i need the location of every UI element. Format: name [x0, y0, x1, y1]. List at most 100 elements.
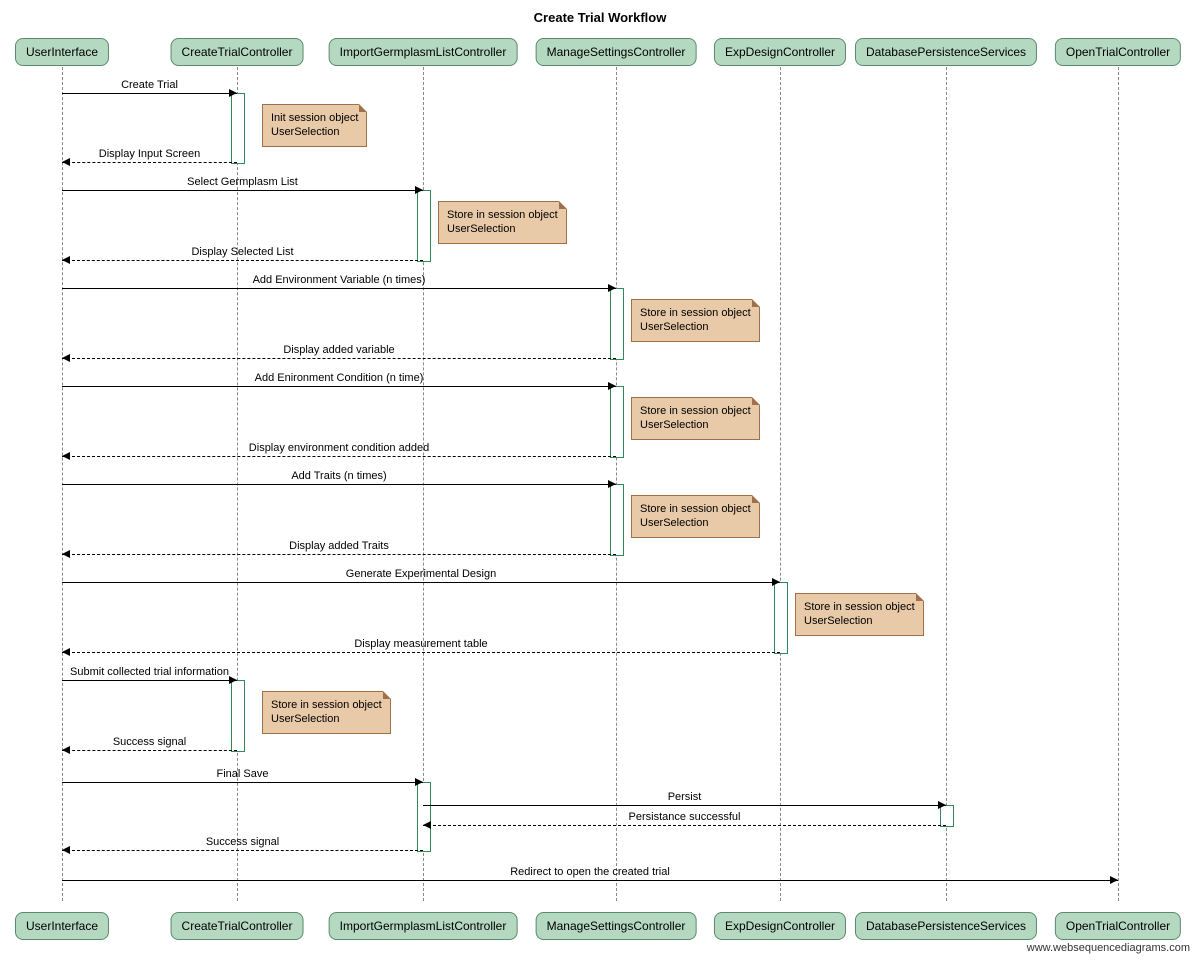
participant-box: OpenTrialController: [1055, 38, 1181, 66]
note-line: UserSelection: [271, 712, 382, 726]
participant-box: ImportGermplasmListController: [329, 38, 518, 66]
message-label: Display added variable: [283, 344, 394, 356]
message-label: Submit collected trial information: [70, 666, 229, 678]
participant-box: DatabasePersistenceServices: [855, 38, 1037, 66]
return-line: [62, 162, 237, 163]
message-label: Display environment condition added: [249, 442, 429, 454]
arrowhead-icon: [62, 746, 70, 754]
note-line: Store in session object: [640, 404, 751, 418]
message-label: Create Trial: [121, 79, 178, 91]
lifeline: [1118, 62, 1119, 901]
participant-box: DatabasePersistenceServices: [855, 912, 1037, 940]
note-line: UserSelection: [640, 418, 751, 432]
lifeline: [616, 62, 617, 901]
arrowhead-icon: [938, 801, 946, 809]
return-line: [423, 825, 946, 826]
note-line: Store in session object: [640, 502, 751, 516]
return-line: [62, 850, 423, 851]
return-line: [62, 260, 423, 261]
note-line: UserSelection: [447, 222, 558, 236]
call-line: [62, 386, 616, 387]
arrowhead-icon: [415, 778, 423, 786]
call-line: [62, 680, 237, 681]
note: Store in session object UserSelection: [795, 593, 924, 636]
participant-box: UserInterface: [15, 38, 109, 66]
note-line: Store in session object: [640, 306, 751, 320]
arrowhead-icon: [229, 89, 237, 97]
arrowhead-icon: [415, 186, 423, 194]
activation-bar: [610, 484, 624, 556]
call-line: [62, 880, 1118, 881]
return-line: [62, 456, 616, 457]
call-line: [423, 805, 946, 806]
note: Store in session object UserSelection: [631, 299, 760, 342]
participant-box: OpenTrialController: [1055, 912, 1181, 940]
activation-bar: [231, 680, 245, 752]
activation-bar: [610, 386, 624, 458]
message-label: Add Traits (n times): [291, 470, 386, 482]
note-line: UserSelection: [640, 320, 751, 334]
note: Init session object UserSelection: [262, 104, 367, 147]
return-line: [62, 652, 780, 653]
activation-bar: [231, 93, 245, 164]
message-label: Success signal: [113, 736, 186, 748]
message-label: Persist: [668, 791, 702, 803]
activation-bar: [417, 782, 431, 852]
return-line: [62, 750, 237, 751]
call-line: [62, 190, 423, 191]
arrowhead-icon: [62, 354, 70, 362]
participant-box: UserInterface: [15, 912, 109, 940]
message-label: Display measurement table: [354, 638, 487, 650]
lifeline: [423, 62, 424, 901]
note-line: Init session object: [271, 111, 358, 125]
diagram-title: Create Trial Workflow: [0, 10, 1200, 25]
message-label: Add Enironment Condition (n time): [255, 372, 424, 384]
message-label: Add Environment Variable (n times): [253, 274, 426, 286]
message-label: Redirect to open the created trial: [510, 866, 670, 878]
note-line: UserSelection: [640, 516, 751, 530]
activation-bar: [610, 288, 624, 360]
arrowhead-icon: [62, 158, 70, 166]
message-label: Generate Experimental Design: [346, 568, 496, 580]
arrowhead-icon: [229, 676, 237, 684]
message-label: Success signal: [206, 836, 279, 848]
note: Store in session object UserSelection: [262, 691, 391, 734]
message-label: Persistance successful: [629, 811, 741, 823]
return-line: [62, 358, 616, 359]
watermark: www.websequencediagrams.com: [1027, 942, 1190, 954]
note-line: Store in session object: [447, 208, 558, 222]
arrowhead-icon: [1110, 876, 1118, 884]
arrowhead-icon: [608, 480, 616, 488]
message-label: Select Germplasm List: [187, 176, 298, 188]
participant-box: ExpDesignController: [714, 912, 846, 940]
call-line: [62, 288, 616, 289]
arrowhead-icon: [608, 382, 616, 390]
note-line: UserSelection: [804, 614, 915, 628]
arrowhead-icon: [423, 821, 431, 829]
note-line: UserSelection: [271, 125, 358, 139]
participant-box: CreateTrialController: [171, 912, 304, 940]
note: Store in session object UserSelection: [631, 495, 760, 538]
lifeline: [780, 62, 781, 901]
arrowhead-icon: [772, 578, 780, 586]
arrowhead-icon: [62, 846, 70, 854]
participant-box: ExpDesignController: [714, 38, 846, 66]
note-line: Store in session object: [271, 698, 382, 712]
participant-box: ManageSettingsController: [536, 38, 697, 66]
activation-bar: [417, 190, 431, 262]
note: Store in session object UserSelection: [438, 201, 567, 244]
arrowhead-icon: [608, 284, 616, 292]
lifeline: [946, 62, 947, 901]
call-line: [62, 484, 616, 485]
return-line: [62, 554, 616, 555]
call-line: [62, 582, 780, 583]
arrowhead-icon: [62, 452, 70, 460]
call-line: [62, 782, 423, 783]
message-label: Final Save: [217, 768, 269, 780]
participant-box: CreateTrialController: [171, 38, 304, 66]
message-label: Display added Traits: [289, 540, 389, 552]
participant-box: ImportGermplasmListController: [329, 912, 518, 940]
lifeline: [62, 62, 63, 901]
call-line: [62, 93, 237, 94]
arrowhead-icon: [62, 648, 70, 656]
